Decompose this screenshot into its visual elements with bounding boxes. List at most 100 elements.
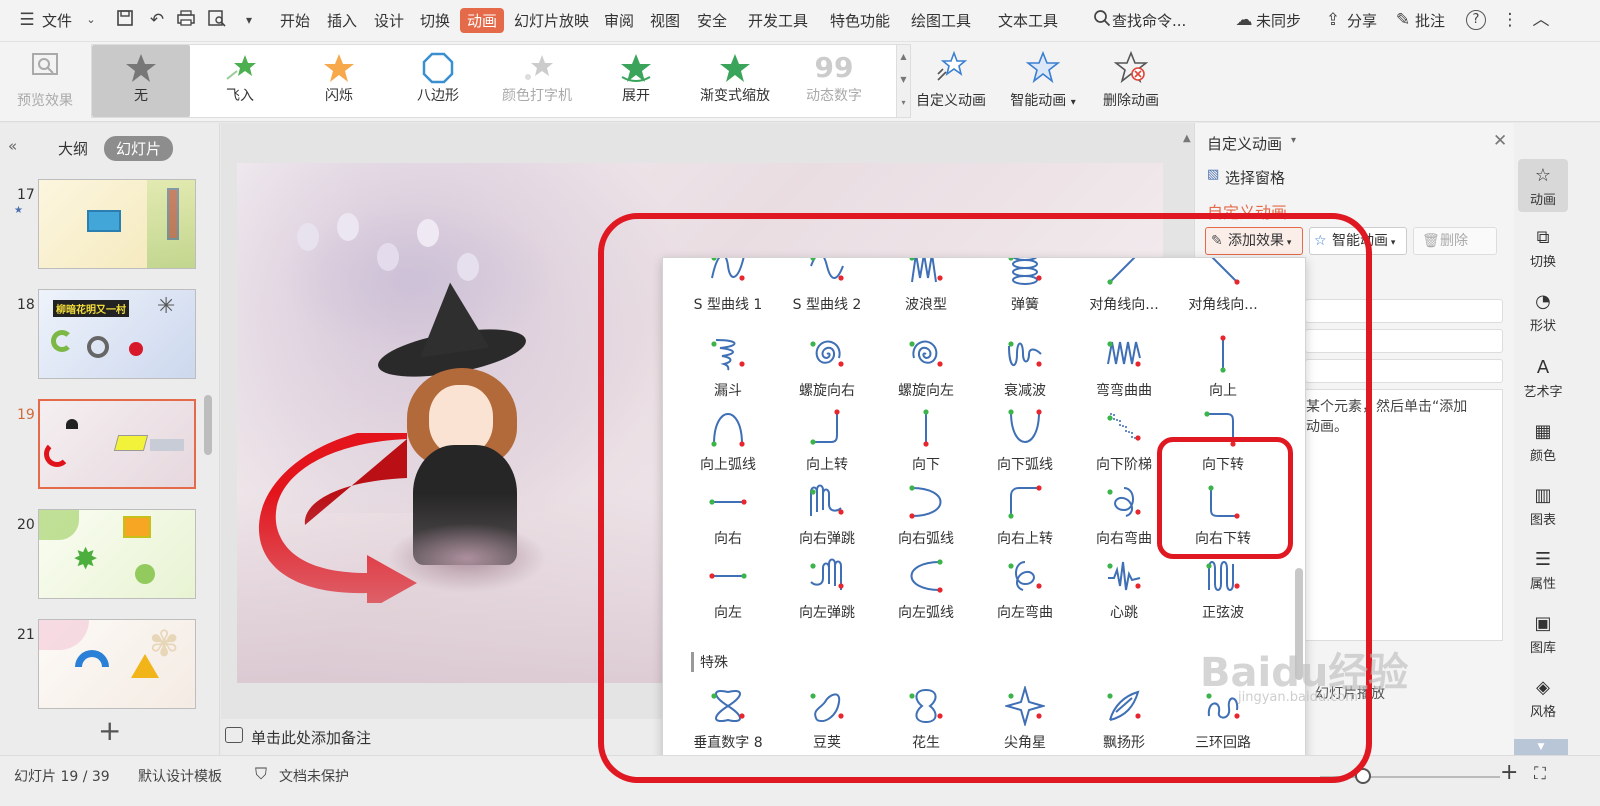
motion-path-向上[interactable]: 向上 [1174,334,1272,400]
tab-drawing-tools[interactable]: 绘图工具 [911,10,971,31]
gallery-item-flash[interactable]: 闪烁 [290,45,388,117]
save-icon[interactable] [114,9,136,31]
sidebar-scroll-down-icon[interactable]: ▼ [1514,739,1568,755]
tab-slideshow[interactable]: 幻灯片放映 [514,10,589,31]
sidebar-item-chart[interactable]: ▥ 图表 [1518,483,1568,528]
motion-path-向下阶梯[interactable]: 向下阶梯 [1075,408,1173,474]
delete-animation-button[interactable]: 删除动画 [1092,46,1170,110]
chevron-down-icon[interactable]: ▾ [1291,135,1296,146]
share-button[interactable]: 分享 [1347,10,1377,31]
help-icon[interactable]: ? [1466,10,1486,30]
motion-path-心跳[interactable]: 心跳 [1075,556,1173,622]
print-preview-icon[interactable] [206,9,228,31]
collapse-panel-icon[interactable]: « [8,137,17,155]
smart-animation-pane-button[interactable]: ☆ 智能动画 ▾ [1309,227,1407,255]
selection-pane-link[interactable]: 选择窗格 [1225,167,1285,188]
custom-animation-button[interactable]: 自定义动画 [912,46,990,110]
motion-path-螺旋向左[interactable]: 螺旋向左 [877,334,975,400]
motion-path-向下弧线[interactable]: 向下弧线 [976,408,1074,474]
add-effect-button[interactable]: ✎ 添加效果 ▾ [1205,227,1303,255]
close-icon[interactable]: ✕ [1493,131,1507,151]
motion-path-波浪型[interactable]: 波浪型 [877,258,975,314]
delete-effect-button[interactable]: 🗑 删除 [1413,227,1497,255]
protection-status[interactable]: 文档未保护 [279,766,349,786]
motion-path-飘扬形[interactable]: 飘扬形 [1075,686,1173,752]
search-command[interactable]: 查找命令... [1112,10,1186,31]
add-slide-button[interactable]: + [98,717,121,745]
tab-home[interactable]: 开始 [280,10,310,31]
motion-path-向右弯曲[interactable]: 向右弯曲 [1075,482,1173,548]
motion-path-螺旋向右[interactable]: 螺旋向右 [778,334,876,400]
gallery-item-none[interactable]: 无 [92,45,190,117]
tab-outline[interactable]: 大纲 [58,138,88,159]
tab-animation[interactable]: 动画 [460,8,505,33]
undo-icon[interactable]: ↶ [146,9,168,31]
tab-transition[interactable]: 切换 [420,10,450,31]
speed-dropdown[interactable] [1305,359,1503,383]
sidebar-item-color[interactable]: ▦ 颜色 [1518,419,1568,464]
slide-thumbnail-21[interactable]: ✾ [38,619,196,709]
zoom-in-icon[interactable]: + [1500,760,1518,785]
tab-text-tools[interactable]: 文本工具 [998,10,1058,31]
notes-placeholder[interactable]: 单击此处添加备注 [251,727,371,748]
thumbnail-scrollbar[interactable] [204,395,212,455]
play-slideshow-button[interactable]: 幻灯片播放 [1315,683,1385,703]
sidebar-item-animation[interactable]: ☆ 动画 [1518,159,1568,212]
motion-path-向左[interactable]: 向左 [679,556,777,622]
gallery-item-expand[interactable]: 展开 [587,45,685,117]
motion-path-向左弧线[interactable]: 向左弧线 [877,556,975,622]
sidebar-item-shape[interactable]: ◔ 形状 [1518,289,1568,334]
collapse-ribbon-icon[interactable]: ︿ [1530,9,1552,31]
preview-effect-button[interactable]: 预览效果 [10,46,80,110]
tab-insert[interactable]: 插入 [327,10,357,31]
gallery-item-dynamic-number[interactable]: 99 动态数字 [785,45,883,117]
sidebar-item-wordart[interactable]: A 艺术字 [1518,355,1568,400]
comment-button[interactable]: 批注 [1415,10,1445,31]
sidebar-item-properties[interactable]: ☰ 属性 [1518,547,1568,592]
chevron-down-icon[interactable]: ⌄ [80,9,102,31]
motion-path-向上弧线[interactable]: 向上弧线 [679,408,777,474]
tab-design[interactable]: 设计 [374,10,404,31]
sidebar-item-style[interactable]: ◈ 风格 [1518,675,1568,720]
tab-review[interactable]: 审阅 [604,10,634,31]
motion-path-向左弹跳[interactable]: 向左弹跳 [778,556,876,622]
slide-thumbnail-18[interactable]: 柳暗花明又一村 ✳ [38,289,196,379]
motion-path-花生[interactable]: 花生 [877,686,975,752]
fit-window-icon[interactable]: ⛶ [1534,764,1546,784]
gallery-item-octagon[interactable]: 八边形 [389,45,487,117]
motion-path-三环回路[interactable]: 三环回路 [1174,686,1272,752]
motion-path-S-型曲线-1[interactable]: S 型曲线 1 [679,258,777,314]
motion-path-漏斗[interactable]: 漏斗 [679,334,777,400]
motion-path-向下[interactable]: 向下 [877,408,975,474]
popup-scrollbar[interactable] [1295,568,1303,680]
motion-path-对角线向...-5[interactable]: 对角线向... [1174,258,1272,314]
tab-features[interactable]: 特色功能 [830,10,890,31]
tab-developer[interactable]: 开发工具 [748,10,808,31]
motion-path-向右弹跳[interactable]: 向右弹跳 [778,482,876,548]
zoom-slider-thumb[interactable] [1355,768,1371,784]
sidebar-item-transition[interactable]: ⧉ 切换 [1518,225,1568,270]
motion-path-垂直数字-8[interactable]: 垂直数字 8 [679,686,777,752]
more-icon[interactable]: ⋮ [1499,9,1521,31]
motion-path-向右弧线[interactable]: 向右弧线 [877,482,975,548]
motion-path-尖角星[interactable]: 尖角星 [976,684,1074,752]
gallery-item-fade-zoom[interactable]: 渐变式缩放 [686,45,784,117]
motion-path-弯弯曲曲[interactable]: 弯弯曲曲 [1075,334,1173,400]
hamburger-icon[interactable]: ☰ [16,9,38,31]
print-icon[interactable] [175,9,197,31]
motion-path-弹簧[interactable]: 弹簧 [976,258,1074,314]
sync-status[interactable]: 未同步 [1256,10,1301,31]
slide-thumbnail-17[interactable] [38,179,196,269]
smart-animation-button[interactable]: 智能动画 ▾ [1004,46,1082,110]
motion-path-向左弯曲[interactable]: 向左弯曲 [976,556,1074,622]
gallery-scroll[interactable]: ▲ ▼ ▾ [896,45,910,117]
property-dropdown[interactable] [1305,329,1503,353]
customize-dropdown-icon[interactable]: ▾ [238,9,260,31]
motion-path-向下转[interactable]: 向下转 [1174,408,1272,474]
zoom-slider-track[interactable] [1320,776,1500,778]
slide-thumbnail-20[interactable]: ✸ [38,509,196,599]
tab-security[interactable]: 安全 [697,10,727,31]
tab-slides[interactable]: 幻灯片 [104,136,174,161]
pane-scroll-up-icon[interactable]: ▲ [1183,133,1191,144]
motion-path-向右上转[interactable]: 向右上转 [976,482,1074,548]
